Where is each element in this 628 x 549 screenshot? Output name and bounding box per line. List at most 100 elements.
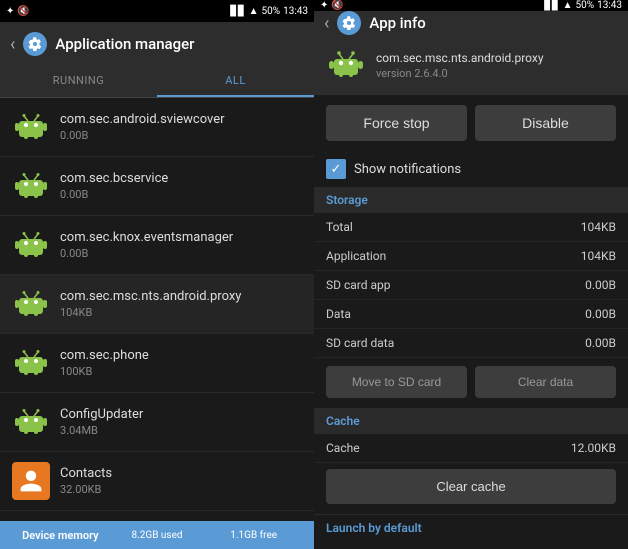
app-name-6: Contacts [60,466,112,481]
storage-label-application: Application [326,249,386,263]
back-button[interactable]: ‹ [10,34,15,55]
action-buttons-row: Force stop Disable [314,95,628,151]
left-status-bar: ✦ 🔇 ▊▊ ▲ 50% 13:43 [0,0,314,22]
app-name-5: ConfigUpdater [60,407,143,422]
app-info-4: com.sec.phone 100KB [60,348,149,378]
move-to-sd-button[interactable]: Move to SD card [326,366,467,398]
app-size-1: 0.00B [60,188,168,201]
cache-label: Cache [326,441,360,455]
app-size-6: 32.00KB [60,483,112,496]
app-list[interactable]: com.sec.android.sviewcover 0.00B [0,98,314,521]
signal-icon: ▊▊ [230,6,245,17]
right-signal-icon: ▊▊ [544,0,559,11]
storage-row-application: Application 104KB [314,242,628,271]
storage-row-sdcard-data: SD card data 0.00B [314,329,628,358]
left-header: ‹ Application manager [0,22,314,66]
disable-button[interactable]: Disable [475,105,616,141]
cache-value: 12.00KB [571,441,616,455]
list-item[interactable]: com.sec.knox.eventsmanager 0.00B [0,216,314,275]
app-info-6: Contacts 32.00KB [60,466,112,496]
right-back-button[interactable]: ‹ [324,13,329,34]
app-detail-text: com.sec.msc.nts.android.proxy version 2.… [376,51,544,80]
clear-data-button[interactable]: Clear data [475,366,616,398]
settings-icon [23,32,47,56]
app-detail-version: version 2.6.4.0 [376,67,544,80]
right-settings-icon [337,11,361,35]
storage-free: 1.1GB free [205,530,302,541]
list-item[interactable]: Contacts Storage 27.98MB [0,511,314,521]
time-left: 13:43 [283,6,308,17]
app-size-3: 104KB [60,306,241,319]
list-item[interactable]: com.sec.msc.nts.android.proxy 104KB [0,275,314,334]
app-detail-header: com.sec.msc.nts.android.proxy version 2.… [314,35,628,95]
storage-value-sdcard-data: 0.00B [585,336,616,350]
right-wifi-icon: ▲ [563,0,573,11]
app-name-4: com.sec.phone [60,348,149,363]
device-memory-label: Device memory [12,529,109,542]
app-icon-4 [12,344,50,382]
app-icon-6 [12,462,50,500]
app-name-1: com.sec.bcservice [60,171,168,186]
notifications-checkbox[interactable]: ✓ [326,159,346,179]
notifications-row[interactable]: ✓ Show notifications [314,151,628,187]
app-name-2: com.sec.knox.eventsmanager [60,230,233,245]
right-time: 13:43 [597,0,622,11]
app-icon-0 [12,108,50,146]
app-size-0: 0.00B [60,129,225,142]
storage-section-header: Storage [314,187,628,213]
storage-label-data: Data [326,307,351,321]
force-stop-button[interactable]: Force stop [326,105,467,141]
app-name-3: com.sec.msc.nts.android.proxy [60,289,241,304]
app-name-0: com.sec.android.sviewcover [60,112,225,127]
right-bluetooth-icon: ✦ [320,0,328,11]
notifications-label: Show notifications [354,162,461,177]
storage-row-sdcard: SD card app 0.00B [314,271,628,300]
right-header-title: App info [369,14,425,32]
app-info-0: com.sec.android.sviewcover 0.00B [60,112,225,142]
app-size-2: 0.00B [60,247,233,260]
app-icon-1 [12,167,50,205]
app-info-2: com.sec.knox.eventsmanager 0.00B [60,230,233,260]
mute-icon: 🔇 [17,6,29,17]
storage-action-buttons: Move to SD card Clear data [314,358,628,406]
app-detail-name: com.sec.msc.nts.android.proxy [376,51,544,65]
app-icon-5 [12,403,50,441]
bottom-bar: Device memory 8.2GB used 1.1GB free [0,521,314,549]
right-panel: ✦ 🔇 ▊▊ ▲ 50% 13:43 ‹ App info [314,0,628,549]
cache-section-header: Cache [314,408,628,434]
storage-used: 8.2GB used [109,530,206,541]
app-detail-icon [326,45,366,85]
storage-value-total: 104KB [581,220,616,234]
right-battery-text: 50% [576,0,595,11]
right-header: ‹ App info [314,11,628,35]
list-item[interactable]: com.sec.phone 100KB [0,334,314,393]
left-tabs: RUNNING ALL [0,66,314,98]
list-item[interactable]: Contacts 32.00KB [0,452,314,511]
list-item[interactable]: ConfigUpdater 3.04MB [0,393,314,452]
app-icon-2 [12,226,50,264]
cache-row: Cache 12.00KB [314,434,628,463]
launch-section-header: Launch by default [314,514,628,541]
app-info-3: com.sec.msc.nts.android.proxy 104KB [60,289,241,319]
wifi-icon: ▲ [249,6,259,17]
tab-running[interactable]: RUNNING [0,66,157,97]
storage-label-sdcard: SD card app [326,278,391,292]
right-mute-icon: 🔇 [331,0,343,11]
left-header-title: Application manager [55,35,194,53]
right-status-bar: ✦ 🔇 ▊▊ ▲ 50% 13:43 [314,0,628,11]
storage-value-sdcard: 0.00B [585,278,616,292]
storage-value-application: 104KB [581,249,616,263]
battery-text: 50% [262,6,281,17]
tab-all[interactable]: ALL [157,66,314,97]
list-item[interactable]: com.sec.bcservice 0.00B [0,157,314,216]
clear-cache-button[interactable]: Clear cache [326,469,616,504]
storage-label-total: Total [326,220,353,234]
storage-value-data: 0.00B [585,307,616,321]
list-item[interactable]: com.sec.android.sviewcover 0.00B [0,98,314,157]
app-info-1: com.sec.bcservice 0.00B [60,171,168,201]
no-defaults-text: No defaults set [314,541,628,549]
app-size-4: 100KB [60,365,149,378]
app-info-5: ConfigUpdater 3.04MB [60,407,143,437]
app-icon-3 [12,285,50,323]
app-size-5: 3.04MB [60,424,143,437]
